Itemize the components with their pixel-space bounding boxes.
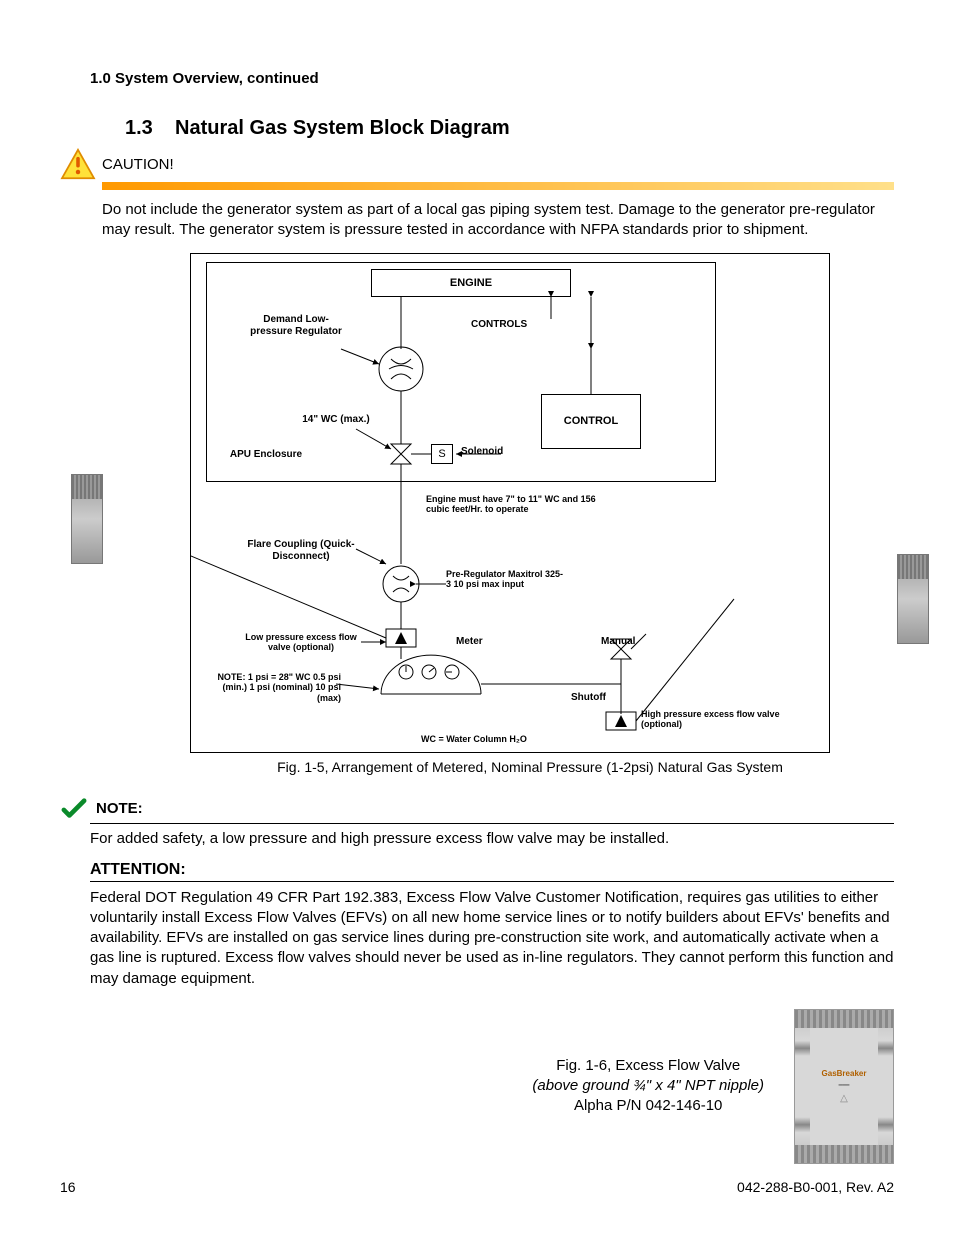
solenoid-label: Solenoid <box>461 446 503 458</box>
highp-label: High pressure excess flow valve (optiona… <box>641 709 811 731</box>
fig1-caption: Fig. 1-5, Arrangement of Metered, Nomina… <box>230 759 830 775</box>
caution-label: CAUTION! <box>102 156 174 173</box>
fig2-caption: Fig. 1-6, Excess Flow Valve (above groun… <box>532 1056 764 1117</box>
check-icon <box>60 797 88 821</box>
caution-icon <box>60 148 96 180</box>
prereg-label: Pre-Regulator Maxitrol 325-3 10 psi max … <box>446 569 566 591</box>
block-diagram: ENGINE <box>190 253 830 753</box>
valve-photo-right <box>897 554 929 644</box>
page-number: 16 <box>60 1179 76 1195</box>
caution-body: Do not include the generator system as p… <box>102 200 894 241</box>
attention-rule <box>90 881 894 882</box>
doc-id: 042-288-B0-001, Rev. A2 <box>737 1179 894 1195</box>
attention-label: ATTENTION: <box>90 861 894 879</box>
s-box: S <box>431 444 453 464</box>
section-title: 1.3 Natural Gas System Block Diagram <box>125 117 894 140</box>
wcdef-label: WC = Water Column H₂O <box>421 734 527 745</box>
apu-label: APU Enclosure <box>226 449 306 461</box>
lowp-label: Low pressure excess flow valve (optional… <box>241 632 361 654</box>
wc14-label: 14" WC (max.) <box>301 414 371 426</box>
section-name: Natural Gas System Block Diagram <box>175 117 510 139</box>
demand-label: Demand Low-pressure Regulator <box>246 314 346 338</box>
valve-brand: GasBreaker <box>822 1069 867 1078</box>
flare-label: Flare Coupling (Quick-Disconnect) <box>241 539 361 563</box>
engine-box: ENGINE <box>371 269 571 297</box>
note-body: For added safety, a low pressure and hig… <box>90 830 894 847</box>
fig2-line3: Alpha P/N 042-146-10 <box>532 1096 764 1116</box>
meter-label: Meter <box>456 636 483 648</box>
note-rule <box>90 823 894 824</box>
attention-body: Federal DOT Regulation 49 CFR Part 192.3… <box>90 888 894 989</box>
valve-photo-main: GasBreaker ━━━ △ <box>794 1009 894 1164</box>
control-box: CONTROL <box>541 394 641 449</box>
note-label: NOTE: <box>96 800 143 817</box>
section-header: 1.0 System Overview, continued <box>90 70 894 87</box>
fig2-line2: (above ground ¾" x 4" NPT nipple) <box>532 1076 764 1096</box>
manual-label: Manual <box>601 636 635 648</box>
controls-label: CONTROLS <box>471 319 527 331</box>
notepsi-label: NOTE: 1 psi = 28" WC 0.5 psi (min.) 1 ps… <box>196 672 341 704</box>
engine-note: Engine must have 7" to 11" WC and 156 cu… <box>426 494 596 516</box>
fig2-line1: Fig. 1-6, Excess Flow Valve <box>532 1056 764 1076</box>
shutoff-label: Shutoff <box>571 692 606 704</box>
section-number: 1.3 <box>125 117 153 139</box>
caution-bar <box>102 182 894 190</box>
valve-photo-left <box>71 474 103 564</box>
